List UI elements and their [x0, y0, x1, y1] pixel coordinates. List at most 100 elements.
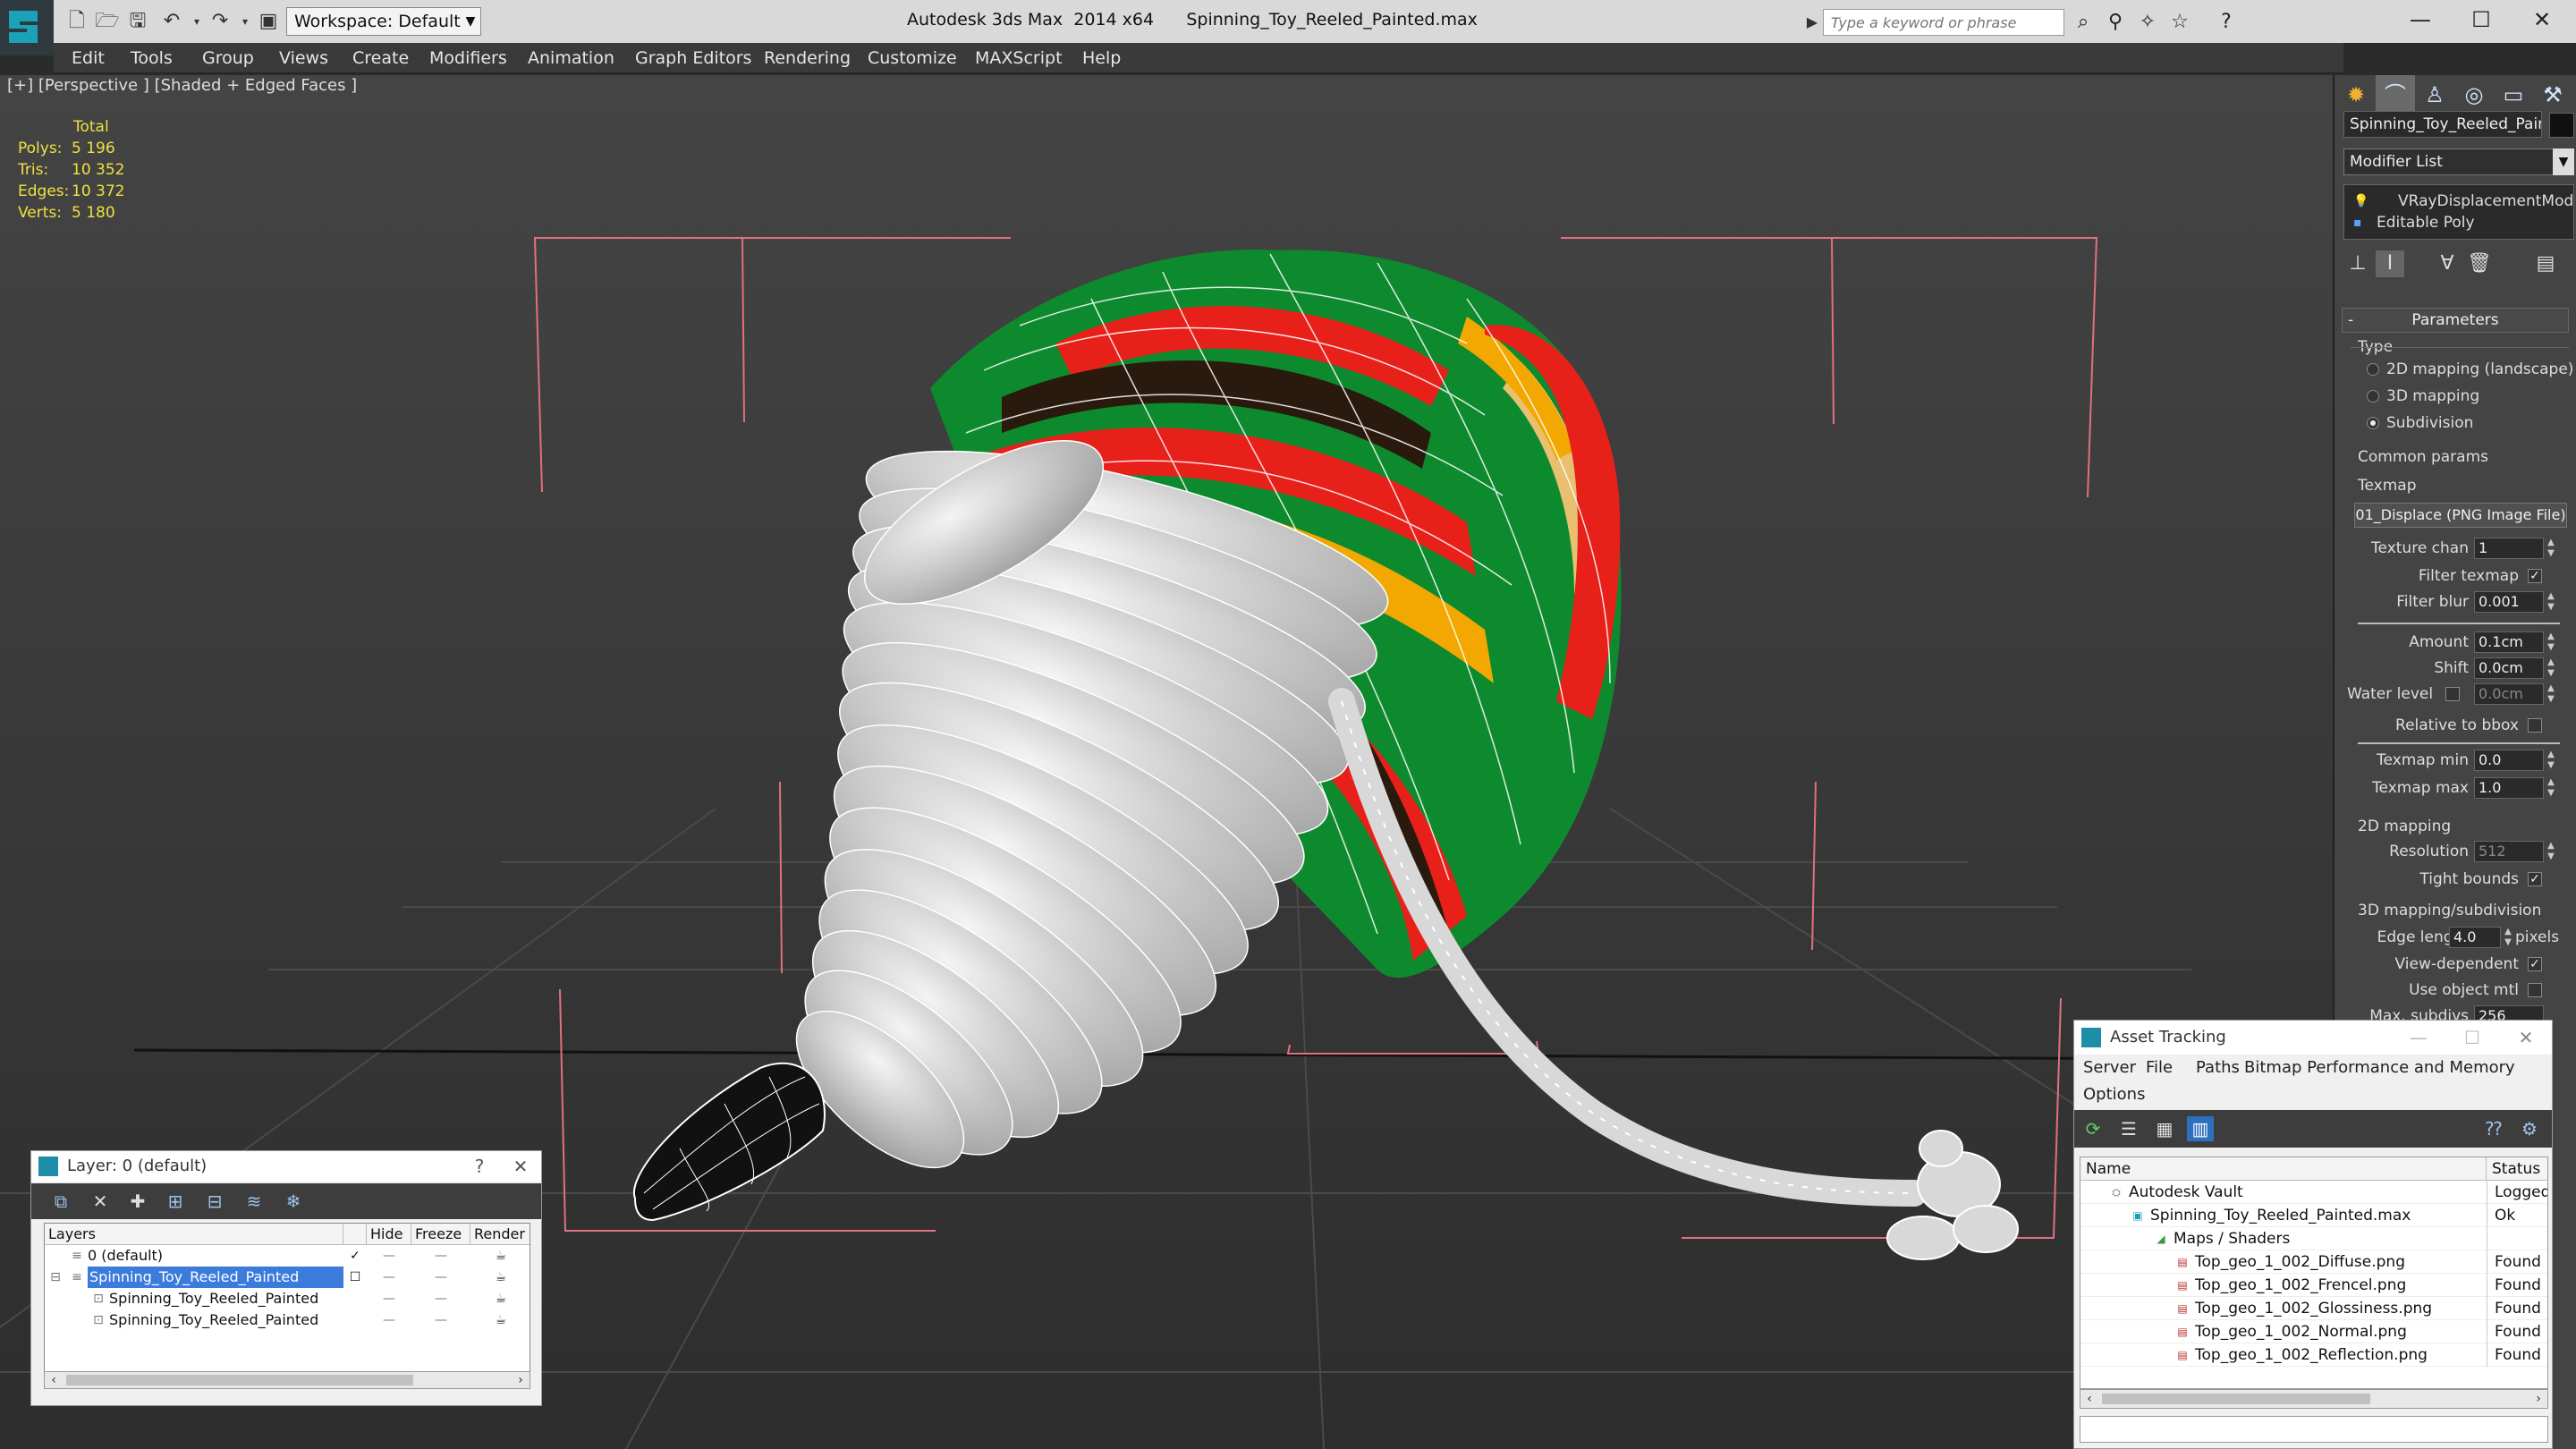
menu-options[interactable]: Options [2083, 1081, 2145, 1108]
scroll-right-icon[interactable]: › [512, 1372, 530, 1388]
project-folder-icon[interactable]: ▣ [256, 9, 281, 34]
asset-path-status-field[interactable] [2080, 1416, 2548, 1443]
tight-bounds-checkbox[interactable]: ✓ [2528, 872, 2542, 886]
thumbnail-view-icon[interactable]: ▦ [2151, 1116, 2178, 1141]
scrollbar-thumb[interactable] [66, 1375, 413, 1385]
menu-paths[interactable]: Paths [2196, 1055, 2240, 1081]
open-file-icon[interactable]: 🗁 [95, 9, 120, 34]
motion-tab-icon[interactable]: ◎ [2454, 75, 2494, 114]
highlight-layer-icon[interactable]: ⊟ [201, 1189, 228, 1214]
column-header-status[interactable]: Status [2487, 1157, 2547, 1181]
layer-row[interactable]: ⊟ ≡ Spinning_Toy_Reeled_Painted ☐ — — ☕ [45, 1267, 530, 1288]
hide-all-layers-icon[interactable]: ≋ [241, 1189, 267, 1214]
layer-row[interactable]: ⊡ Spinning_Toy_Reeled_Painted — — ☕ [45, 1309, 530, 1331]
communication-center-icon[interactable]: ✧ [2134, 9, 2161, 36]
show-end-result-icon[interactable]: Ⅰ [2376, 250, 2404, 277]
search-input[interactable] [1823, 9, 2064, 36]
hide-toggle[interactable]: — [367, 1309, 411, 1331]
asset-row[interactable]: ⛭ Autodesk Vault Logged [2080, 1181, 2547, 1204]
scrollbar-thumb[interactable] [2102, 1394, 2370, 1404]
menu-animation[interactable]: Animation [528, 43, 614, 73]
layer-row[interactable]: ≡ 0 (default) ✓ — — ☕ [45, 1245, 530, 1267]
favorites-star-icon[interactable]: ☆ [2166, 9, 2193, 36]
undo-icon[interactable]: ↶ [159, 9, 184, 34]
resolution-field[interactable]: 512 [2474, 841, 2544, 862]
search-expand-icon[interactable]: ▶ [1803, 11, 1821, 34]
menu-file[interactable]: File [2146, 1055, 2173, 1081]
active-layer-check-icon[interactable]: ✓ [343, 1245, 367, 1267]
render-teapot-icon[interactable]: ☕ [470, 1288, 530, 1309]
new-file-icon[interactable]: 🗋 [64, 9, 89, 34]
radio-3d-mapping[interactable] [2367, 390, 2379, 402]
collapse-icon[interactable]: - [2348, 309, 2353, 332]
render-teapot-icon[interactable]: ☕ [470, 1245, 530, 1267]
help-search-icon[interactable]: ⚙ [2516, 1116, 2543, 1141]
make-unique-icon[interactable]: ∀ [2433, 250, 2462, 277]
help-icon[interactable]: ? [2213, 9, 2240, 36]
asset-row[interactable]: ◢ Maps / Shaders [2080, 1227, 2547, 1250]
hierarchy-tab-icon[interactable]: ♙ [2415, 75, 2454, 114]
texture-chan-field[interactable]: 1 [2474, 538, 2544, 559]
menu-create[interactable]: Create [352, 43, 409, 73]
expand-box-icon[interactable]: ▪ [2353, 216, 2366, 229]
menu-modifiers[interactable]: Modifiers [429, 43, 507, 73]
water-level-spinner[interactable]: ▲ ▼ [2546, 683, 2556, 705]
freeze-toggle[interactable]: — [411, 1288, 470, 1309]
redo-dropdown-icon[interactable]: ▾ [233, 9, 258, 34]
asset-row[interactable]: ▤ Top_geo_1_002_Frencel.png Found [2080, 1274, 2547, 1297]
render-teapot-icon[interactable]: ☕ [470, 1309, 530, 1331]
shift-spinner[interactable]: ▲ ▼ [2546, 657, 2556, 679]
hide-toggle[interactable]: — [367, 1267, 411, 1288]
remove-modifier-icon[interactable]: 🗑 [2465, 250, 2494, 277]
menu-tools[interactable]: Tools [131, 43, 173, 73]
help-icon[interactable]: ⁇ [2480, 1116, 2507, 1141]
menu-maxscript[interactable]: MAXScript [975, 43, 1063, 73]
menu-rendering[interactable]: Rendering [764, 43, 851, 73]
maximize-icon[interactable]: ☐ [2450, 1022, 2495, 1053]
asset-tracking-title-bar[interactable]: Asset Tracking — ☐ ✕ [2074, 1021, 2552, 1055]
freeze-toggle[interactable]: — [411, 1309, 470, 1331]
texmap-max-field[interactable]: 1.0 [2474, 777, 2544, 799]
column-header-render[interactable]: Render [470, 1224, 530, 1245]
column-header-layers[interactable]: Layers [45, 1224, 343, 1245]
minimize-icon[interactable]: — [2396, 1022, 2441, 1053]
hide-toggle[interactable]: — [367, 1245, 411, 1267]
edge-length-spinner[interactable]: ▲ ▼ [2503, 927, 2513, 948]
close-icon[interactable]: ✕ [505, 1151, 536, 1182]
menu-graph-editors[interactable]: Graph Editors [635, 43, 751, 73]
create-layer-icon[interactable]: ⧉ [47, 1189, 74, 1214]
asset-row[interactable]: ▤ Top_geo_1_002_Reflection.png Found [2080, 1343, 2547, 1367]
layer-row[interactable]: ⊡ Spinning_Toy_Reeled_Painted — — ☕ [45, 1288, 530, 1309]
select-objects-icon[interactable]: ⊞ [162, 1189, 189, 1214]
collapse-icon[interactable]: ⊟ [48, 1267, 63, 1288]
amount-spinner[interactable]: ▲ ▼ [2546, 631, 2556, 653]
menu-views[interactable]: Views [279, 43, 328, 73]
close-icon[interactable]: ✕ [2515, 4, 2569, 36]
workspace-select[interactable]: Workspace: Default [286, 7, 481, 36]
table-view-icon[interactable]: ▥ [2187, 1116, 2214, 1141]
binoculars-icon[interactable]: ⌕ [2070, 9, 2097, 36]
relative-bbox-checkbox[interactable] [2528, 718, 2542, 733]
render-teapot-icon[interactable]: ☕ [470, 1267, 530, 1288]
object-name-field[interactable]: Spinning_Toy_Reeled_Painted [2343, 111, 2542, 138]
column-header-freeze[interactable]: Freeze [411, 1224, 470, 1245]
hide-toggle[interactable]: — [367, 1288, 411, 1309]
asset-row[interactable]: ▤ Top_geo_1_002_Glossiness.png Found [2080, 1297, 2547, 1320]
freeze-toggle[interactable]: — [411, 1245, 470, 1267]
modify-tab-icon[interactable]: ⌒ [2376, 75, 2415, 114]
menu-server[interactable]: Server [2083, 1055, 2136, 1081]
redo-icon[interactable]: ↷ [208, 9, 233, 34]
edge-length-field[interactable]: 4.0 [2449, 927, 2501, 948]
lightbulb-icon[interactable]: 💡 [2353, 195, 2368, 208]
asset-row[interactable]: ▤ Top_geo_1_002_Diffuse.png Found [2080, 1250, 2547, 1274]
configure-modifier-sets-icon[interactable]: ▤ [2531, 250, 2560, 277]
modifier-list-dropdown-icon[interactable]: ▼ [2553, 148, 2574, 175]
column-header-name[interactable]: Name [2080, 1157, 2487, 1181]
amount-field[interactable]: 0.1cm [2474, 631, 2544, 653]
object-color-swatch[interactable] [2549, 113, 2574, 138]
stack-item-editable-poly[interactable]: ▪ Editable Poly [2344, 212, 2573, 233]
menu-customize[interactable]: Customize [868, 43, 957, 73]
asset-horizontal-scrollbar[interactable]: ‹ › [2080, 1389, 2548, 1409]
refresh-icon[interactable]: ⟳ [2080, 1116, 2106, 1141]
minimize-icon[interactable]: — [2394, 4, 2447, 36]
